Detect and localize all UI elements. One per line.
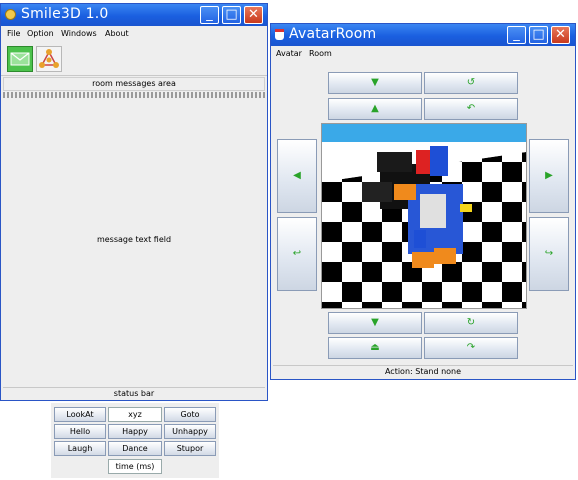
smile3d-window: Smile3D 1.0 _ □ ✕ File Option Windows Ab… (0, 3, 268, 401)
xyz-field[interactable]: xyz (108, 407, 162, 422)
move-forward-icon: ▼ (371, 317, 379, 328)
move-left-button[interactable]: ◀ (277, 139, 317, 213)
rotate-left-icon: ↶ (466, 103, 476, 114)
splitter[interactable] (3, 92, 265, 98)
room-messages-area[interactable]: room messages area (3, 77, 265, 91)
move-forward-button[interactable]: ▼ (328, 312, 422, 334)
turn-left-button[interactable]: ↩ (277, 217, 317, 291)
window-title: Smile3D 1.0 (21, 6, 109, 22)
avatarroom-window: AvatarRoom _ □ ✕ Avatar Room ▼ ↺ ▲ ↶ ◀ ↩… (270, 23, 576, 380)
app-icon (5, 9, 16, 20)
eject-button[interactable]: ⏏ (328, 337, 422, 359)
network-icon[interactable] (36, 46, 62, 72)
unhappy-button[interactable]: Unhappy (164, 424, 216, 439)
action-status-label: Action: Stand none (384, 367, 462, 376)
rotate-down-button[interactable]: ↻ (424, 312, 518, 334)
move-down-icon: ▼ (371, 77, 379, 88)
smile3d-titlebar[interactable]: Smile3D 1.0 _ □ ✕ (1, 4, 267, 26)
actions-panel: LookAt xyz Goto Hello Happy Unhappy Laug… (51, 403, 219, 478)
lookat-button[interactable]: LookAt (54, 407, 106, 422)
turn-right-icon: ↪ (544, 248, 554, 259)
toolbar (1, 43, 267, 76)
envelope-icon[interactable] (7, 46, 33, 72)
move-right-button[interactable]: ▶ (529, 139, 569, 213)
avatarroom-menubar: Avatar Room (271, 47, 575, 61)
turn-left-icon: ↩ (292, 248, 302, 259)
minimize-button[interactable]: _ (507, 26, 526, 44)
time-field[interactable]: time (ms) (108, 459, 162, 474)
rotate-up-button[interactable]: ↺ (424, 72, 518, 94)
move-down-button[interactable]: ▼ (328, 72, 422, 94)
menu-avatar[interactable]: Avatar (276, 49, 302, 58)
stupor-button[interactable]: Stupor (164, 441, 216, 456)
rotate-down-icon: ↻ (466, 317, 476, 328)
rotate-up-icon: ↺ (466, 77, 476, 88)
3d-scene (322, 124, 526, 308)
rotate-right-icon: ↷ (466, 342, 476, 353)
avatarroom-titlebar[interactable]: AvatarRoom _ □ ✕ (271, 24, 575, 46)
menu-file[interactable]: File (7, 29, 20, 38)
minimize-button[interactable]: _ (200, 6, 219, 24)
dance-button[interactable]: Dance (108, 441, 162, 456)
turn-right-button[interactable]: ↪ (529, 217, 569, 291)
happy-button[interactable]: Happy (108, 424, 162, 439)
menu-windows[interactable]: Windows (61, 29, 97, 38)
goto-button[interactable]: Goto (164, 407, 216, 422)
maximize-button[interactable]: □ (529, 26, 548, 44)
move-left-icon: ◀ (293, 170, 301, 181)
laugh-button[interactable]: Laugh (54, 441, 106, 456)
rotate-left-top-button[interactable]: ↶ (424, 98, 518, 120)
window-title: AvatarRoom (289, 26, 377, 42)
move-up-icon: ▲ (371, 103, 379, 114)
move-up-button[interactable]: ▲ (328, 98, 422, 120)
avatar-status-bar: Action: Stand none (273, 365, 573, 378)
status-bar-label: status bar (113, 389, 155, 398)
close-button[interactable]: ✕ (551, 26, 570, 44)
move-right-icon: ▶ (545, 170, 553, 181)
smile3d-menubar: File Option Windows About (1, 27, 267, 41)
menu-about[interactable]: About (105, 29, 129, 38)
status-bar: status bar (3, 387, 265, 400)
message-text-field[interactable]: message text field (3, 99, 265, 385)
3d-viewport[interactable] (321, 123, 527, 309)
eject-icon: ⏏ (370, 342, 380, 353)
menu-room[interactable]: Room (309, 49, 332, 58)
close-button[interactable]: ✕ (244, 6, 263, 24)
rotate-right-bottom-button[interactable]: ↷ (424, 337, 518, 359)
maximize-button[interactable]: □ (222, 6, 241, 24)
hello-button[interactable]: Hello (54, 424, 106, 439)
room-messages-label: room messages area (92, 79, 176, 88)
menu-option[interactable]: Option (27, 29, 54, 38)
message-text-label: message text field (96, 235, 172, 244)
java-cup-icon (275, 29, 284, 40)
